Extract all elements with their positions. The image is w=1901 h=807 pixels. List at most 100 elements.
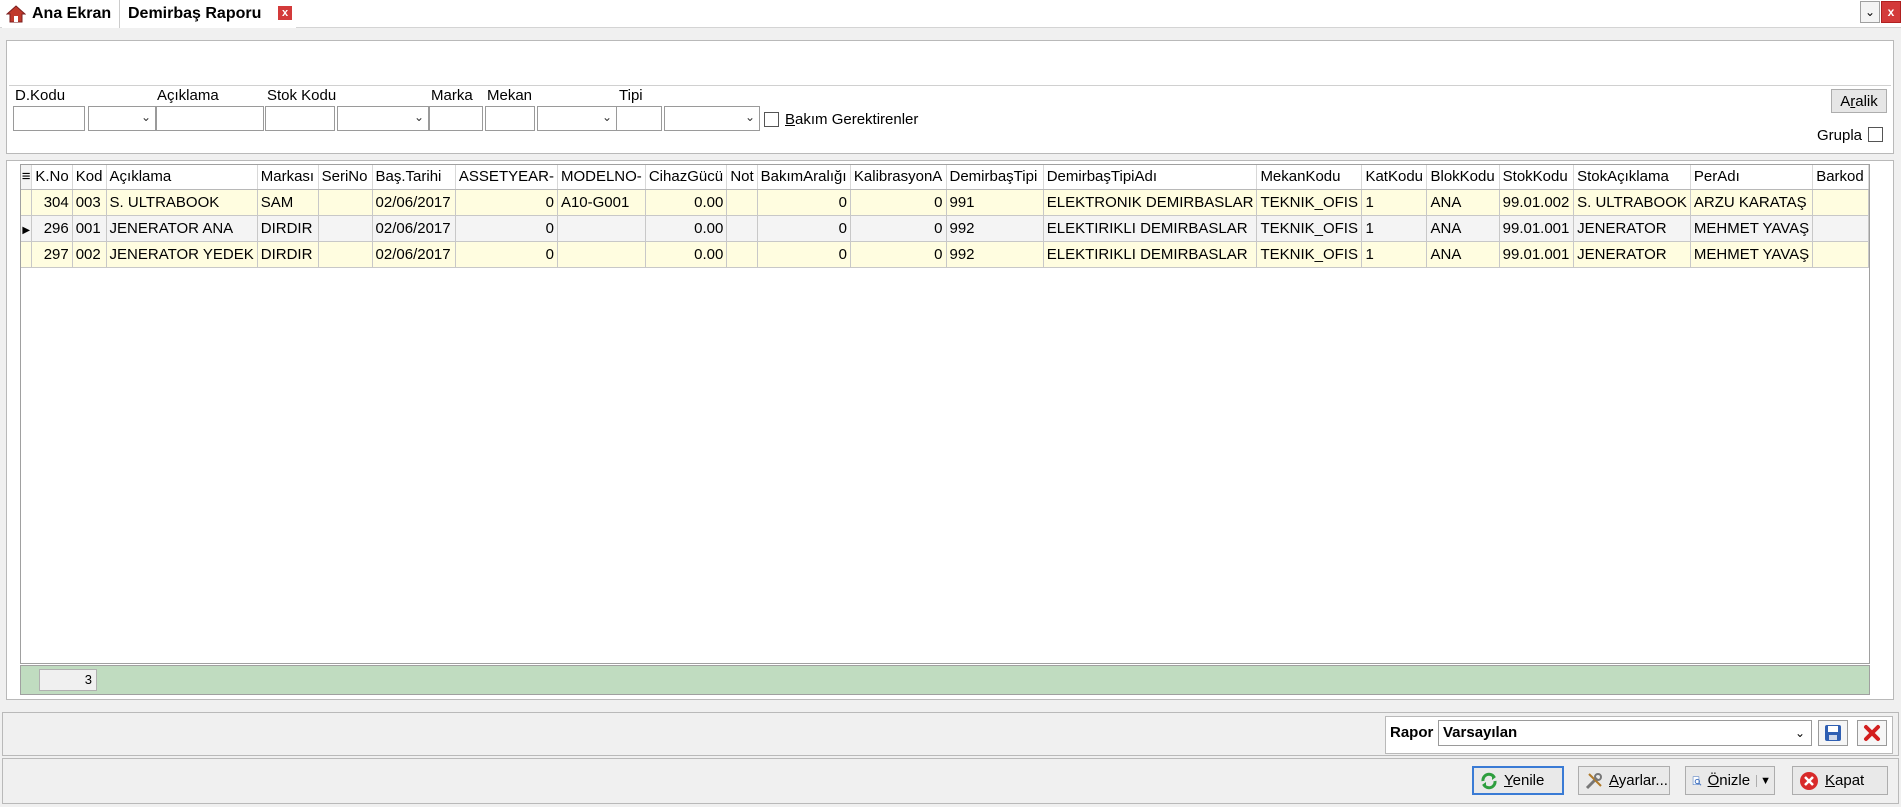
table-cell[interactable]: 304 xyxy=(31,189,73,216)
onizle-button[interactable]: Önizle ▼ xyxy=(1685,766,1775,795)
window-close-icon[interactable]: x xyxy=(1881,1,1901,23)
table-cell[interactable]: JENERATOR xyxy=(1573,241,1691,268)
table-cell[interactable]: 992 xyxy=(946,215,1044,242)
table-cell[interactable]: ARZU KARATAŞ xyxy=(1690,189,1814,216)
table-cell[interactable] xyxy=(318,189,373,216)
table-cell[interactable]: 1 xyxy=(1361,241,1428,268)
table-cell[interactable]: 02/06/2017 xyxy=(372,241,456,268)
stok-kodu-select[interactable]: ⌄ xyxy=(337,106,429,131)
table-cell[interactable]: MEHMET YAVAŞ xyxy=(1690,241,1814,268)
table-cell[interactable]: 0.00 xyxy=(645,189,728,216)
column-header[interactable]: BakımAralığı xyxy=(757,165,851,190)
table-cell[interactable]: S. ULTRABOOK xyxy=(1573,189,1691,216)
table-cell[interactable]: TEKNIK_OFIS xyxy=(1256,189,1363,216)
table-cell[interactable]: ELEKTIRIKLI DEMIRBASLAR xyxy=(1043,241,1258,268)
table-cell[interactable]: 0 xyxy=(757,241,851,268)
table-cell[interactable]: 0 xyxy=(757,215,851,242)
column-header[interactable]: SeriNo xyxy=(318,165,373,190)
table-cell[interactable]: JENERATOR ANA xyxy=(106,215,258,242)
table-cell[interactable]: 296 xyxy=(31,215,73,242)
column-header[interactable]: K.No xyxy=(31,165,73,190)
column-chooser-icon[interactable]: ≡ xyxy=(21,165,33,190)
table-cell[interactable]: 02/06/2017 xyxy=(372,189,456,216)
table-cell[interactable] xyxy=(726,215,758,242)
onizle-dropdown-icon[interactable]: ▼ xyxy=(1756,774,1774,787)
table-cell[interactable]: 0 xyxy=(455,215,558,242)
column-header[interactable]: KatKodu xyxy=(1361,165,1428,190)
mekan-select[interactable]: ⌄ xyxy=(537,106,617,131)
tipi-input[interactable] xyxy=(616,106,662,131)
column-header[interactable]: MODELNO- xyxy=(557,165,646,190)
ayarlar-button[interactable]: Ayarlar... xyxy=(1578,766,1670,795)
table-cell[interactable]: 0 xyxy=(455,241,558,268)
table-cell[interactable] xyxy=(557,241,646,268)
column-header[interactable]: ASSETYEAR- xyxy=(455,165,558,190)
table-cell[interactable]: 99.01.001 xyxy=(1499,241,1575,268)
tab-demirbas-raporu[interactable]: Demirbaş Raporu xyxy=(120,0,296,28)
table-cell[interactable]: ELEKTRONIK DEMIRBASLAR xyxy=(1043,189,1258,216)
table-row[interactable]: ▶ 296 001 JENERATOR ANA DIRDIR 02/06/2017 0 0.0… xyxy=(21,215,1869,242)
window-menu-chevron-icon[interactable]: ⌄ xyxy=(1860,1,1880,23)
dkodu-select[interactable]: ⌄ xyxy=(88,106,156,131)
table-cell[interactable] xyxy=(318,241,373,268)
table-row[interactable]: 297 002 JENERATOR YEDEK DIRDIR 02/06/2017 0 0.… xyxy=(21,241,1869,268)
save-report-button[interactable] xyxy=(1818,720,1848,746)
table-cell[interactable] xyxy=(1812,215,1869,242)
mekan-input[interactable] xyxy=(485,106,535,131)
tab-ana-ekran[interactable]: Ana Ekran xyxy=(2,0,120,28)
table-cell[interactable]: 992 xyxy=(946,241,1044,268)
table-row[interactable]: 304 003 S. ULTRABOOK SAM 02/06/2017 0 A10-G001… xyxy=(21,189,1869,216)
table-cell[interactable]: 0 xyxy=(850,215,947,242)
table-cell[interactable]: ELEKTIRIKLI DEMIRBASLAR xyxy=(1043,215,1258,242)
table-cell[interactable]: 991 xyxy=(946,189,1044,216)
table-cell[interactable]: 1 xyxy=(1361,215,1428,242)
table-cell[interactable]: 0 xyxy=(757,189,851,216)
column-header[interactable]: Not xyxy=(726,165,758,190)
table-cell[interactable] xyxy=(726,189,758,216)
table-cell[interactable]: 0 xyxy=(850,241,947,268)
table-cell[interactable]: 99.01.002 xyxy=(1499,189,1575,216)
column-header[interactable]: KalibrasyonA xyxy=(850,165,947,190)
column-header[interactable]: PerAdı xyxy=(1690,165,1814,190)
column-header[interactable]: CihazGücü xyxy=(645,165,728,190)
column-header[interactable]: BlokKodu xyxy=(1426,165,1500,190)
bakim-gerektirenler-checkbox[interactable] xyxy=(764,112,779,127)
table-cell[interactable] xyxy=(1812,189,1869,216)
aciklama-input[interactable] xyxy=(156,106,264,131)
stok-kodu-input[interactable] xyxy=(265,106,335,131)
table-cell[interactable]: TEKNIK_OFIS xyxy=(1256,215,1363,242)
data-grid[interactable]: ≡ K.No Kod Açıklama Markası SeriNo Baş.Tarihi… xyxy=(20,164,1870,664)
bakim-gerektirenler-label[interactable]: Bakım Gerektirenler xyxy=(785,111,918,128)
column-header[interactable]: Açıklama xyxy=(106,165,258,190)
table-cell[interactable]: DIRDIR xyxy=(257,215,319,242)
table-cell[interactable]: 003 xyxy=(72,189,107,216)
column-header[interactable]: MekanKodu xyxy=(1256,165,1363,190)
delete-report-button[interactable] xyxy=(1857,720,1887,746)
column-header[interactable]: StokAçıklama xyxy=(1573,165,1691,190)
table-cell[interactable] xyxy=(318,215,373,242)
table-cell[interactable]: ANA xyxy=(1426,215,1500,242)
table-cell[interactable] xyxy=(1812,241,1869,268)
column-header[interactable]: Baş.Tarihi xyxy=(372,165,456,190)
grupla-checkbox[interactable] xyxy=(1868,127,1883,142)
table-cell[interactable]: TEKNIK_OFIS xyxy=(1256,241,1363,268)
row-indicator[interactable] xyxy=(21,189,33,216)
table-cell[interactable]: A10-G001 xyxy=(557,189,646,216)
table-cell[interactable]: 99.01.001 xyxy=(1499,215,1575,242)
dkodu-input[interactable] xyxy=(13,106,85,131)
table-cell[interactable]: MEHMET YAVAŞ xyxy=(1690,215,1814,242)
yenile-button[interactable]: Yenile xyxy=(1472,766,1564,795)
column-header[interactable]: Barkod xyxy=(1812,165,1869,190)
rapor-select[interactable]: Varsayılan ⌄ xyxy=(1438,720,1812,746)
table-cell[interactable]: DIRDIR xyxy=(257,241,319,268)
table-cell[interactable]: S. ULTRABOOK xyxy=(106,189,258,216)
tab-close-icon[interactable]: x xyxy=(278,6,292,20)
table-cell[interactable] xyxy=(726,241,758,268)
table-cell[interactable]: 0.00 xyxy=(645,241,728,268)
table-cell[interactable]: JENERATOR xyxy=(1573,215,1691,242)
aralik-button[interactable]: Ar alik xyxy=(1831,89,1887,113)
table-cell[interactable]: SAM xyxy=(257,189,319,216)
column-header[interactable]: DemirbaşTipi xyxy=(946,165,1044,190)
table-cell[interactable]: 297 xyxy=(31,241,73,268)
table-cell[interactable]: 1 xyxy=(1361,189,1428,216)
